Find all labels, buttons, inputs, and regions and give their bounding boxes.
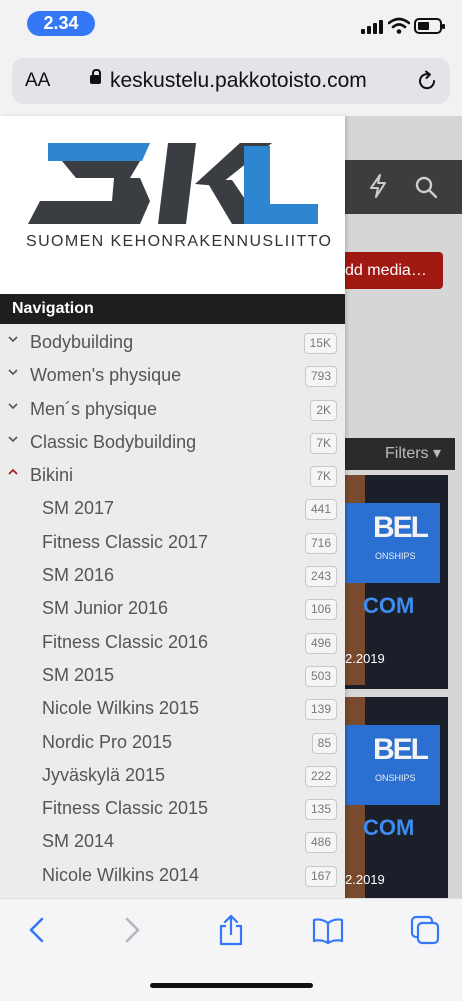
wifi-icon bbox=[388, 17, 410, 34]
share-icon[interactable] bbox=[214, 913, 248, 947]
nav-item-count-badge: 441 bbox=[304, 499, 337, 521]
banner-subtext: ONSHIPS bbox=[375, 773, 416, 783]
url-text[interactable]: keskustelu.pakkotoisto.com bbox=[110, 69, 367, 93]
nav-item-count-badge: 135 bbox=[304, 799, 337, 821]
nav-item-label: SM Junior 2016 bbox=[42, 598, 169, 619]
nav-item-count-badge: 243 bbox=[304, 566, 337, 588]
photo-domain-text: COM bbox=[363, 815, 415, 840]
nav-item-count-badge: 222 bbox=[304, 765, 337, 787]
nav-item-count-badge: 7K bbox=[310, 466, 337, 488]
lock-icon bbox=[90, 69, 101, 84]
address-bar[interactable]: AA keskustelu.pakkotoisto.com bbox=[12, 58, 450, 104]
nav-item-label: Nicole Wilkins 2015 bbox=[42, 698, 200, 719]
site-logo[interactable]: SUOMEN KEHONRAKENNUSLIITTO bbox=[0, 116, 345, 294]
reload-icon[interactable] bbox=[416, 70, 438, 92]
nav-item-count-badge: 15K bbox=[303, 333, 337, 354]
nav-item-label: Women's physique bbox=[30, 365, 182, 386]
nav-item-count-badge: 2K bbox=[310, 399, 337, 421]
media-date: 2.2019 bbox=[345, 651, 385, 666]
nav-item-label: Fitness Classic 2017 bbox=[42, 531, 209, 552]
nav-item[interactable]: Men´s physique 2K bbox=[0, 392, 345, 425]
nav-item-label: Men´s physique bbox=[30, 398, 158, 419]
back-icon[interactable] bbox=[22, 913, 56, 947]
text-size-button[interactable]: AA bbox=[25, 70, 50, 92]
nav-item[interactable]: Women's physique 793 bbox=[0, 358, 345, 391]
signal-icon bbox=[361, 20, 385, 34]
nav-item-label: Classic Bodybuilding bbox=[30, 431, 197, 452]
photo-banner: BEL ONSHIPS bbox=[345, 503, 440, 583]
chevron-down-icon[interactable] bbox=[8, 367, 18, 377]
add-media-button[interactable]: dd media… bbox=[339, 252, 443, 289]
chevron-down-icon[interactable] bbox=[8, 434, 18, 444]
nav-item-label: Jyväskylä 2015 bbox=[42, 764, 166, 785]
nav-item[interactable]: SM 2015 503 bbox=[0, 658, 345, 691]
logo-subtitle: SUOMEN KEHONRAKENNUSLIITTO bbox=[26, 233, 333, 250]
nav-item[interactable]: Fitness Classic 2017 716 bbox=[0, 525, 345, 558]
nav-item-label: Bodybuilding bbox=[30, 332, 134, 352]
filters-button[interactable]: Filters ▾ bbox=[345, 438, 455, 470]
status-bar: 2.34 bbox=[0, 0, 462, 50]
bookmarks-icon[interactable] bbox=[311, 913, 345, 947]
site-header bbox=[345, 160, 462, 214]
chevron-down-icon[interactable] bbox=[8, 334, 18, 344]
home-indicator bbox=[150, 983, 313, 988]
nav-item[interactable]: Nordic Pro 2015 85 bbox=[0, 725, 345, 758]
lightning-icon[interactable] bbox=[368, 174, 388, 198]
nav-item[interactable]: SM 2017 441 bbox=[0, 491, 345, 524]
nav-item[interactable]: Bodybuilding 15K bbox=[0, 325, 345, 358]
nav-item[interactable]: SM Junior 2016 106 bbox=[0, 591, 345, 624]
nav-item-label: Bikini bbox=[30, 465, 74, 486]
text-size-label: AA bbox=[25, 70, 51, 91]
nav-item-label: SM 2015 bbox=[42, 664, 115, 685]
nav-item-label: Nicole Wilkins 2014 bbox=[42, 864, 200, 885]
nav-item-count-badge: 716 bbox=[304, 532, 337, 554]
nav-item-label: SM 2014 bbox=[42, 831, 115, 852]
media-thumbnail[interactable]: BEL ONSHIPS COM 2.2019 bbox=[345, 697, 448, 898]
nav-item-count-badge: 793 bbox=[304, 366, 337, 388]
search-icon[interactable] bbox=[414, 175, 438, 199]
nav-item[interactable]: Fitness Classic 2016 496 bbox=[0, 625, 345, 658]
nav-item-count-badge: 496 bbox=[304, 632, 337, 654]
nav-item-label: SM 2017 bbox=[42, 498, 115, 519]
nav-item-count-badge: 167 bbox=[304, 865, 337, 887]
nav-item[interactable]: Nicole Wilkins 2015 139 bbox=[0, 691, 345, 724]
nav-item-count-badge: 139 bbox=[304, 699, 337, 721]
navigation-drawer: SUOMEN KEHONRAKENNUSLIITTO Navigation Bo… bbox=[0, 116, 345, 898]
filters-label: Filters ▾ bbox=[385, 445, 442, 462]
nav-item[interactable]: Jyväskylä 2015 222 bbox=[0, 758, 345, 791]
photo-domain-text: COM bbox=[363, 593, 415, 618]
chevron-down-icon[interactable] bbox=[8, 401, 18, 411]
nav-item[interactable]: SM 2016 243 bbox=[0, 558, 345, 591]
banner-subtext: ONSHIPS bbox=[375, 551, 416, 561]
media-date: 2.2019 bbox=[345, 872, 385, 887]
banner-text: BEL bbox=[373, 733, 429, 766]
nav-item[interactable]: Nicole Wilkins 2014 167 bbox=[0, 858, 345, 891]
nav-item-count-badge: 85 bbox=[311, 732, 337, 754]
navigation-heading: Navigation bbox=[0, 294, 345, 324]
nav-item-count-badge: 486 bbox=[304, 832, 337, 854]
skl-logo-icon bbox=[28, 143, 318, 224]
nav-item-count-badge: 7K bbox=[310, 432, 337, 454]
forward-icon[interactable] bbox=[115, 913, 149, 947]
photo-banner: BEL ONSHIPS bbox=[345, 725, 440, 805]
media-thumbnail[interactable]: BEL ONSHIPS COM 2.2019 bbox=[345, 475, 448, 689]
tabs-icon[interactable] bbox=[408, 913, 442, 947]
nav-item[interactable]: Fitness Classic 2015 135 bbox=[0, 791, 345, 824]
nav-item-label: Fitness Classic 2015 bbox=[42, 798, 209, 819]
chevron-up-icon[interactable] bbox=[8, 467, 18, 477]
nav-item-count-badge: 503 bbox=[304, 665, 337, 687]
nav-item-label: Fitness Classic 2016 bbox=[42, 631, 209, 652]
nav-item[interactable]: SM 2014 486 bbox=[0, 824, 345, 857]
navigation-list: Bodybuilding 15K Women's physique 793 Men´s … bbox=[0, 325, 345, 891]
nav-item-label: SM 2016 bbox=[42, 565, 115, 586]
nav-item-label: Nordic Pro 2015 bbox=[42, 731, 173, 752]
nav-item[interactable]: Bikini 7K bbox=[0, 458, 345, 491]
nav-item[interactable]: Classic Bodybuilding 7K bbox=[0, 425, 345, 458]
battery-icon bbox=[414, 18, 445, 34]
status-time[interactable]: 2.34 bbox=[27, 11, 95, 36]
banner-text: BEL bbox=[373, 511, 429, 544]
nav-item-count-badge: 106 bbox=[304, 599, 337, 621]
